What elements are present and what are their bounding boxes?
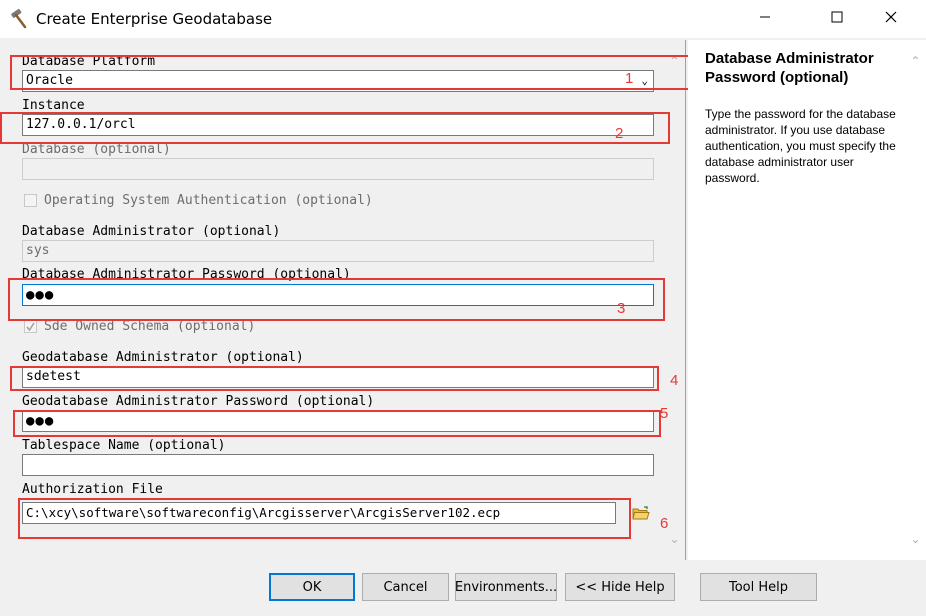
maximize-button[interactable]: [814, 0, 860, 38]
annotation-number-3: 3: [617, 300, 626, 317]
tablespace-input[interactable]: [22, 454, 654, 476]
minimize-button[interactable]: [742, 0, 788, 38]
annotation-number-5: 5: [660, 405, 669, 422]
hide-help-button[interactable]: << Hide Help: [565, 573, 675, 601]
db-admin-label: Database Administrator (optional): [22, 224, 281, 239]
annotation-box-5: [13, 410, 661, 437]
help-scroll-down-icon[interactable]: ⌄: [908, 532, 923, 546]
environments-button[interactable]: Environments...: [455, 573, 557, 601]
annotation-box-1: [10, 55, 707, 90]
annotation-number-6: 6: [660, 515, 669, 532]
annotation-box-3: [8, 278, 665, 321]
minimize-icon: [759, 10, 771, 28]
close-button[interactable]: [868, 0, 914, 38]
annotation-box-6: [18, 498, 631, 539]
tablespace-label: Tablespace Name (optional): [22, 438, 226, 453]
close-icon: [885, 10, 897, 28]
annotation-box-2: [0, 112, 670, 144]
help-title: Database Administrator Password (optiona…: [705, 50, 874, 86]
os-auth-checkbox[interactable]: [24, 194, 37, 207]
annotation-number-4: 4: [670, 372, 679, 389]
browse-button[interactable]: [630, 504, 652, 526]
annotation-number-2: 2: [615, 125, 624, 142]
window-title: Create Enterprise Geodatabase: [36, 10, 273, 28]
help-panel: Database Administrator Password (optiona…: [688, 40, 926, 560]
maximize-icon: [831, 10, 843, 28]
db-admin-input[interactable]: sys: [22, 240, 654, 262]
database-label: Database (optional): [22, 142, 171, 157]
database-input[interactable]: [22, 158, 654, 180]
help-text: Type the password for the database admin…: [705, 107, 896, 185]
annotation-box-4: [10, 366, 659, 391]
title-bar: Create Enterprise Geodatabase: [0, 0, 926, 38]
help-scroll-up-icon[interactable]: ⌃: [908, 54, 923, 68]
auth-file-label: Authorization File: [22, 482, 163, 497]
sde-schema-label: Sde Owned Schema (optional): [44, 319, 256, 334]
gdb-admin-label: Geodatabase Administrator (optional): [22, 350, 304, 365]
annotation-number-1: 1: [625, 70, 634, 87]
os-auth-label: Operating System Authentication (optiona…: [44, 193, 373, 208]
cancel-button[interactable]: Cancel: [362, 573, 449, 601]
instance-label: Instance: [22, 98, 85, 113]
hammer-icon: [8, 8, 30, 30]
folder-icon: [632, 505, 650, 526]
scroll-down-icon[interactable]: ⌄: [667, 532, 682, 546]
sde-schema-checkbox[interactable]: [24, 320, 37, 333]
gdb-admin-password-label: Geodatabase Administrator Password (opti…: [22, 394, 375, 409]
tool-help-button[interactable]: Tool Help: [700, 573, 817, 601]
ok-button[interactable]: OK: [269, 573, 355, 601]
